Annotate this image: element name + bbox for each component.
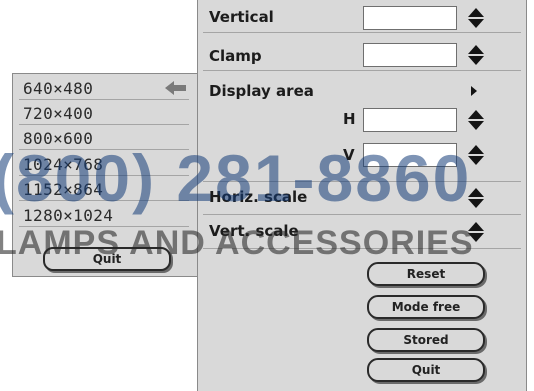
vert-scale-label: Vert. scale [209, 222, 299, 240]
clamp-spinner-icon[interactable] [468, 44, 484, 66]
resolution-label: 800×600 [23, 129, 94, 148]
resolution-item[interactable]: 640×480 [19, 78, 189, 100]
vert-scale-spinner-icon[interactable] [468, 221, 484, 243]
resolution-item[interactable]: 1280×1024 [19, 205, 189, 227]
vertical-spinner-icon[interactable] [468, 7, 484, 29]
back-arrow-icon [165, 81, 186, 95]
vert-scale-row: Vert. scale [203, 218, 521, 249]
horiz-scale-label: Horiz. scale [209, 188, 308, 206]
horiz-scale-spinner-icon[interactable] [468, 187, 484, 209]
h-label: H [343, 110, 356, 128]
settings-panel: Vertical Clamp Display area H V Horiz. s… [197, 0, 527, 391]
quit-button[interactable]: Quit [367, 358, 485, 382]
resolution-quit-button[interactable]: Quit [43, 247, 171, 271]
display-area-label: Display area [209, 82, 314, 100]
clamp-label: Clamp [209, 47, 262, 65]
clamp-value-field[interactable] [363, 43, 457, 67]
resolution-item[interactable]: 1152×864 [19, 179, 189, 201]
clamp-row: Clamp [203, 38, 521, 71]
stored-button[interactable]: Stored [367, 328, 485, 352]
display-area-row[interactable]: Display area H V [203, 76, 521, 182]
resolution-label: 1280×1024 [23, 206, 114, 225]
resolution-label: 720×400 [23, 104, 94, 123]
v-label: V [343, 146, 355, 164]
h-value-field[interactable] [363, 108, 457, 132]
vertical-value-field[interactable] [363, 6, 457, 30]
resolution-menu: 640×480 720×400 800×600 1024×768 1152×86… [12, 73, 198, 277]
mode-free-button[interactable]: Mode free [367, 295, 485, 319]
v-spinner-icon[interactable] [468, 144, 484, 166]
resolution-label: 640×480 [23, 79, 94, 98]
vertical-row: Vertical [203, 2, 521, 33]
h-spinner-icon[interactable] [468, 109, 484, 131]
resolution-item[interactable]: 720×400 [19, 103, 189, 125]
submenu-arrow-icon [471, 86, 477, 96]
resolution-item[interactable]: 1024×768 [19, 154, 189, 176]
v-value-field[interactable] [363, 143, 457, 167]
resolution-label: 1024×768 [23, 155, 104, 174]
reset-button[interactable]: Reset [367, 262, 485, 286]
horiz-scale-row: Horiz. scale [203, 184, 521, 215]
vertical-label: Vertical [209, 8, 274, 26]
resolution-item[interactable]: 800×600 [19, 128, 189, 150]
resolution-label: 1152×864 [23, 180, 104, 199]
